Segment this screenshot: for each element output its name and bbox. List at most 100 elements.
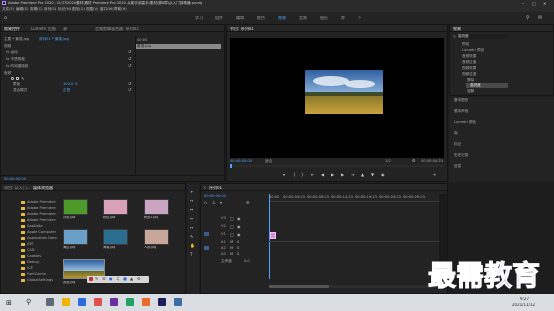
track-lock-icon[interactable]: □ [230,216,234,221]
tree-item-lumetri-presets[interactable]: Lumetri 预设 [462,48,484,52]
tab-effects[interactable]: 效果 [453,27,461,32]
workspace-tab-libraries[interactable]: 库 [341,16,345,21]
step-back-icon[interactable]: ◀ [321,172,324,177]
track-solo-button[interactable]: S [237,246,239,250]
toolbar-tool-icon[interactable]: ■ [123,276,127,281]
workspace-menu-icon[interactable]: » [358,15,361,21]
folder-item[interactable]: Debug [27,260,57,264]
tab-source[interactable]: 源 [63,27,67,32]
ripple-edit-tool-icon[interactable]: ↭ [190,207,195,212]
folder-item[interactable]: ICE [27,266,57,270]
menu-view[interactable]: 视图(V) [86,7,98,11]
linked-selection-icon[interactable]: ⚓ [212,200,216,205]
pen-tool-icon[interactable]: ✎ [190,234,195,239]
folder-item[interactable]: Adobe Premiere Pro [27,212,57,216]
tab-effect-controls[interactable]: 效果控件 [4,27,20,32]
effect-controls-timecode[interactable]: 00:00:00:00 [4,177,26,181]
add-marker-icon[interactable]: ▾ [220,200,222,205]
timeline-timecode[interactable]: 00:00:00:00 [204,194,226,198]
source-patch-a1[interactable] [204,246,209,250]
taskbar-app-icon[interactable] [158,298,166,306]
go-to-in-icon[interactable]: ⇤ [311,172,314,177]
playhead-bar[interactable] [230,164,444,168]
export-frame-icon[interactable]: ◉ [381,172,385,177]
track-eye-icon[interactable]: ◉ [237,216,241,221]
taskbar-app-icon[interactable] [94,298,102,306]
taskbar-app-icon[interactable] [110,298,118,306]
effect-row-motion[interactable]: fx 运动 [6,50,18,54]
track-mute-button[interactable]: M [230,240,233,244]
type-tool-icon[interactable]: T [190,252,195,257]
tree-item-audio-effects[interactable]: 音频效果 [462,54,476,58]
tree-item-video-transitions[interactable]: 视频过渡 [462,72,476,76]
effect-row-time-remap[interactable]: fx 时间重映射 [6,64,29,68]
tree-item-audio-transitions[interactable]: 音频过渡 [462,60,476,64]
mark-out-icon[interactable]: } [301,172,304,177]
taskbar-time[interactable]: 9:27 [520,297,529,302]
section-markers[interactable]: 标记 [454,142,461,146]
clip-label[interactable]: 序列01 * 景观.jpg [39,37,69,41]
tab-lumetri-scopes[interactable]: Lumetri 范围 [31,27,56,32]
home-icon[interactable]: ⌂ [4,15,7,21]
media-thumbnail[interactable] [144,229,169,245]
menu-edit[interactable]: 编辑(E) [16,7,28,11]
timeline-clip[interactable] [270,232,276,239]
folder-item[interactable]: Apple Computer [27,230,57,234]
search-icon[interactable]: ⚲ [526,15,530,21]
close-tab-icon[interactable]: × [203,185,206,190]
add-button-icon[interactable]: + [433,172,436,177]
taskbar-app-icon[interactable] [62,298,70,306]
track-lock-icon[interactable]: □ [230,232,234,237]
folder-item[interactable]: Cookies [27,254,57,258]
source-patch-v1[interactable] [204,232,209,236]
folder-item[interactable]: FontCache [27,272,57,276]
tree-item-dissolve[interactable]: 溶解 [467,89,474,93]
menu-file[interactable]: 文件(F) [2,7,14,11]
menu-marker[interactable]: 标记(M) [58,7,71,11]
effect-row-opacity[interactable]: fx 不透明度 [6,57,25,61]
master-track-value[interactable]: 0.0 [244,259,250,263]
track-eye-icon[interactable]: ◉ [237,224,241,229]
folder-item[interactable]: GlobalSettings [27,278,57,282]
toolbar-tool-icon[interactable] [89,277,93,281]
reset-icon[interactable]: ↺ [128,81,131,86]
tree-item-wipe[interactable]: 擦除 [467,78,474,82]
go-to-out-icon[interactable]: ⇥ [351,172,354,177]
taskbar-app-icon[interactable] [126,298,134,306]
selection-tool-icon[interactable]: ➤ [190,189,195,194]
section-info[interactable]: 信息 [454,164,461,168]
notifications-icon[interactable]: ✉ [538,15,542,21]
menu-window[interactable]: 窗口(W) [100,7,114,11]
tree-item-selected-effect[interactable]: 高亮度 [470,83,481,87]
section-lumetri-color[interactable]: Lumetri 颜色 [454,120,476,124]
track-lock-icon[interactable]: □ [230,224,234,229]
mark-in-icon[interactable]: { [293,172,296,177]
mask-ellipse-icon[interactable] [11,77,14,80]
folder-item[interactable]: Adobe Premiere Pro [27,206,57,210]
reset-icon[interactable]: ↺ [128,49,131,54]
workspace-tab-graphics[interactable]: 图形 [320,16,328,21]
toolbar-tool-icon[interactable]: ● [109,276,113,281]
workspace-tab-audio[interactable]: 音频 [299,16,307,21]
folder-item[interactable]: Adobe Premiere Pro [27,200,57,204]
blend-mode-value[interactable]: 正常 [63,88,70,92]
tab-media-browser[interactable]: 媒体浏览器 [33,186,53,191]
folder-item[interactable]: ATE [27,242,57,246]
resolution-select[interactable]: 1/2 [385,159,391,163]
effects-search-input[interactable] [458,34,508,39]
tab-project[interactable]: 项目: 从入门... [4,186,30,191]
workspace-tab-editing[interactable]: 编辑 [236,16,244,21]
taskbar-app-icon[interactable] [174,298,182,306]
workspace-tab-assembly[interactable]: 组件 [215,16,223,21]
menu-sequence[interactable]: 序列(S) [44,7,56,11]
pen-icon[interactable]: ✎ [21,76,24,81]
taskbar-app-icon[interactable] [142,298,150,306]
media-thumbnail[interactable] [63,229,88,245]
wrench-icon[interactable]: ⚙ [246,200,250,205]
extract-icon[interactable]: ▼ [371,172,374,177]
workspace-tab-color[interactable]: 颜色 [257,16,265,21]
section-history[interactable]: 历史记录 [454,153,468,157]
hand-tool-icon[interactable]: ✋ [190,243,195,248]
track-solo-button[interactable]: S [237,252,239,256]
toolbar-tool-icon[interactable]: ✎ [95,276,98,281]
